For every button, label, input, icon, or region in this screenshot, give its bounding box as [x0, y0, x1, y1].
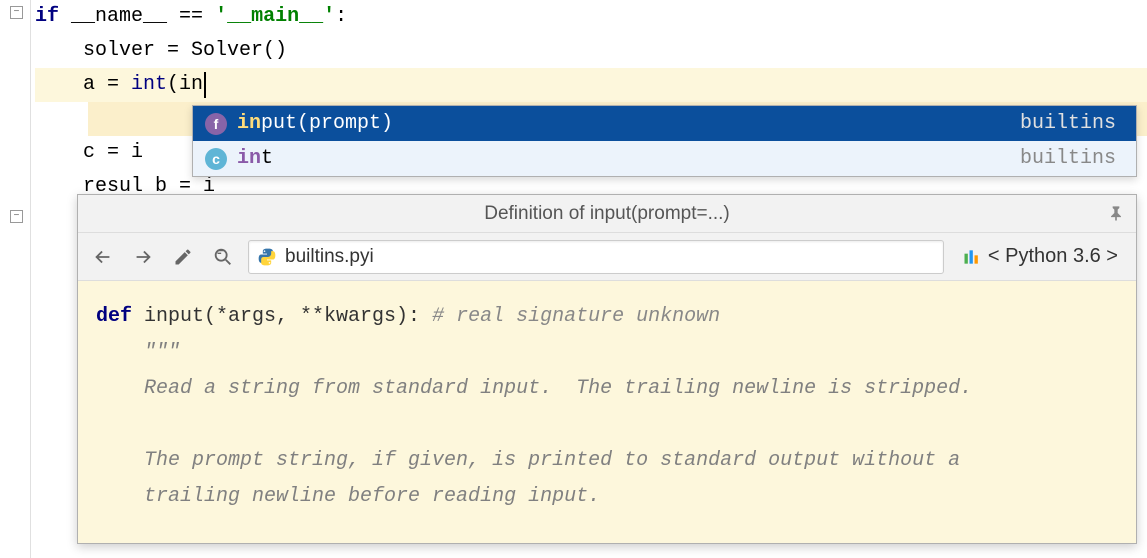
- doc-title: Definition of input(prompt=...): [484, 203, 730, 225]
- doc-code-line: trailing newline before reading input.: [96, 479, 1118, 515]
- back-button[interactable]: [88, 242, 118, 272]
- forward-button[interactable]: [128, 242, 158, 272]
- sdk-selector[interactable]: < Python 3.6 >: [954, 245, 1126, 268]
- sdk-icon: [962, 247, 982, 267]
- python-file-icon: [257, 247, 277, 267]
- edit-icon[interactable]: [168, 242, 198, 272]
- code-line: if __name__ == '__main__':: [35, 0, 1147, 34]
- doc-body[interactable]: def input(*args, **kwargs): # real signa…: [78, 281, 1136, 543]
- doc-code-line: The prompt string, if given, is printed …: [96, 443, 1118, 479]
- autocomplete-label: input(prompt): [237, 112, 1020, 135]
- pin-icon[interactable]: [1106, 203, 1126, 223]
- doc-code-line: Read a string from standard input. The t…: [96, 371, 1118, 407]
- gutter-border: [30, 0, 31, 558]
- code-editor[interactable]: − − if __name__ == '__main__': solver = …: [0, 0, 1147, 558]
- doc-code-line: def input(*args, **kwargs): # real signa…: [96, 299, 1118, 335]
- function-icon: f: [205, 113, 227, 135]
- code-line-active: a = int(in: [35, 68, 1147, 102]
- documentation-popup: Definition of input(prompt=...): [77, 194, 1137, 544]
- autocomplete-popup: f input(prompt) builtins c int builtins: [192, 105, 1137, 177]
- doc-code-line: """: [96, 335, 1118, 371]
- file-path-field[interactable]: builtins.pyi: [248, 240, 944, 274]
- fold-icon[interactable]: −: [10, 6, 23, 19]
- autocomplete-item[interactable]: c int builtins: [193, 141, 1136, 176]
- autocomplete-label: int: [237, 147, 1020, 170]
- gutter: [0, 0, 30, 558]
- file-name: builtins.pyi: [285, 246, 374, 268]
- autocomplete-item[interactable]: f input(prompt) builtins: [193, 106, 1136, 141]
- text-cursor: [204, 72, 206, 98]
- search-icon[interactable]: [208, 242, 238, 272]
- doc-toolbar: builtins.pyi < Python 3.6 >: [78, 233, 1136, 281]
- fold-icon[interactable]: −: [10, 210, 23, 223]
- code-line: solver = Solver(): [35, 34, 1147, 68]
- autocomplete-origin: builtins: [1020, 147, 1116, 170]
- doc-code-line: [96, 407, 1118, 443]
- doc-titlebar: Definition of input(prompt=...): [78, 195, 1136, 233]
- autocomplete-origin: builtins: [1020, 112, 1116, 135]
- class-icon: c: [205, 148, 227, 170]
